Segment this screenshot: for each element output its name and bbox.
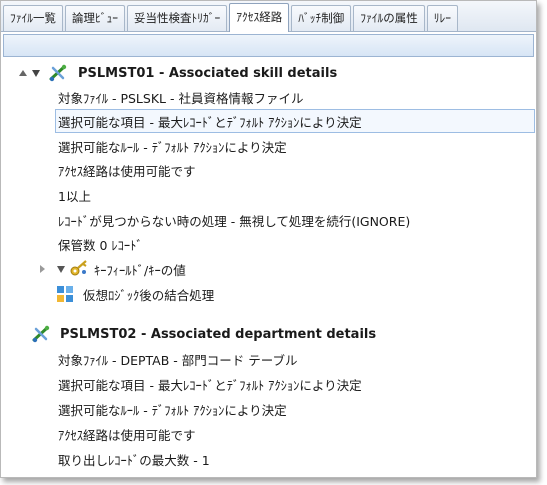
- tab-file-attributes[interactable]: ﾌｧｲﾙの属性: [353, 5, 425, 31]
- access-path-icon: [31, 325, 51, 346]
- tree-item-label: 仮想ﾛｼﾞｯｸ後の結合処理: [83, 287, 215, 303]
- tab-bar: ﾌｧｲﾙ一覧 論理ﾋﾞｭｰ 妥当性検査ﾄﾘｶﾞｰ ｱｸｾｽ経路 ﾊﾞｯﾁ制御 ﾌ…: [1, 1, 536, 32]
- tab-batch-control[interactable]: ﾊﾞｯﾁ制御: [291, 5, 352, 31]
- access-path-title: PSLMST02 - Associated department details: [60, 326, 377, 342]
- tree-item-label: 選択可能な項目 - 最大ﾚｺｰﾄﾞとﾃﾞﾌｫﾙﾄ ｱｸｼｮﾝにより決定: [58, 114, 362, 130]
- tab-logical-views[interactable]: 論理ﾋﾞｭｰ: [65, 5, 125, 31]
- tab-file-list[interactable]: ﾌｧｲﾙ一覧: [3, 5, 63, 31]
- tree-item-label: 選択可能な項目 - 最大ﾚｺｰﾄﾞとﾃﾞﾌｫﾙﾄ ｱｸｼｮﾝにより決定: [58, 377, 362, 393]
- windows-logo-icon: [56, 285, 74, 306]
- access-path-title: PSLMST01 - Associated skill details: [78, 65, 338, 81]
- tab-relations[interactable]: ﾘﾚｰ: [426, 5, 458, 31]
- access-path-window: ﾌｧｲﾙ一覧 論理ﾋﾞｭｰ 妥当性検査ﾄﾘｶﾞｰ ｱｸｾｽ経路 ﾊﾞｯﾁ制御 ﾌ…: [0, 0, 537, 478]
- key-icon: [69, 260, 89, 281]
- tree-item-label: 対象ﾌｧｲﾙ - PSLSKL - 社員資格情報ファイル: [58, 90, 304, 106]
- tree-item-label: 対象ﾌｧｲﾙ - DEPTAB - 部門コード テーブル: [58, 352, 298, 368]
- tree-node-pslmst02[interactable]: PSLMST02 - Associated department details: [1, 322, 536, 346]
- tree-item-target-file[interactable]: 対象ﾌｧｲﾙ - DEPTAB - 部門コード テーブル: [1, 347, 536, 371]
- tree-item-label: 取り出しﾚｺｰﾄﾞの最大数 - 1: [58, 452, 210, 468]
- tree-item-label: 選択可能なﾙｰﾙ - ﾃﾞﾌｫﾙﾄ ｱｸｼｮﾝにより決定: [58, 139, 287, 155]
- expand-triangle-icon[interactable]: [57, 266, 65, 273]
- tree-item-label: 選択可能なﾙｰﾙ - ﾃﾞﾌｫﾙﾄ ｱｸｼｮﾝにより決定: [58, 402, 287, 418]
- tree-item-target-file[interactable]: 対象ﾌｧｲﾙ - PSLSKL - 社員資格情報ファイル: [1, 85, 536, 109]
- tab-validation-triggers[interactable]: 妥当性検査ﾄﾘｶﾞｰ: [127, 5, 228, 31]
- tree-item-label: ﾚｺｰﾄﾞが見つからない時の処理 - 無視して処理を続行(IGNORE): [58, 213, 411, 229]
- expand-triangle-icon[interactable]: [32, 70, 40, 77]
- tree-node-key-fields[interactable]: ｷｰﾌｨｰﾙﾄﾞ/ｷｰの値: [1, 257, 536, 281]
- tree-item-not-found-action[interactable]: ﾚｺｰﾄﾞが見つからない時の処理 - 無視して処理を続行(IGNORE): [1, 208, 536, 232]
- access-path-icon: [48, 64, 68, 85]
- tree-item-label: 1以上: [58, 188, 91, 204]
- tree-item-label: ｱｸｾｽ経路は使用可能です: [58, 427, 196, 443]
- tab-access-paths[interactable]: ｱｸｾｽ経路: [229, 3, 290, 32]
- toolbar: [3, 34, 534, 57]
- tree-item-path-enabled[interactable]: ｱｸｾｽ経路は使用可能です: [1, 422, 536, 446]
- tree-item-selectable-rules[interactable]: 選択可能なﾙｰﾙ - ﾃﾞﾌｫﾙﾄ ｱｸｼｮﾝにより決定: [1, 134, 536, 158]
- tree-item-label: 保管数 0 ﾚｺｰﾄﾞ: [58, 237, 143, 253]
- tree-item-virtual-logic[interactable]: 仮想ﾛｼﾞｯｸ後の結合処理: [1, 282, 536, 306]
- tree-item-label: ｷｰﾌｨｰﾙﾄﾞ/ｷｰの値: [94, 262, 186, 278]
- tree-node-pslmst01[interactable]: PSLMST01 - Associated skill details: [1, 61, 536, 85]
- tree-item-max-records[interactable]: 取り出しﾚｺｰﾄﾞの最大数 - 1: [1, 447, 536, 471]
- tree-item-label: ｱｸｾｽ経路は使用可能です: [58, 163, 196, 179]
- tree-item-keep-count[interactable]: 保管数 0 ﾚｺｰﾄﾞ: [1, 232, 536, 256]
- tree-item-cardinality[interactable]: 1以上: [1, 183, 536, 207]
- tree-item-path-enabled[interactable]: ｱｸｾｽ経路は使用可能です: [1, 158, 536, 182]
- expand-arrow-icon[interactable]: [40, 265, 45, 273]
- tree-item-selectable-fields[interactable]: 選択可能な項目 - 最大ﾚｺｰﾄﾞとﾃﾞﾌｫﾙﾄ ｱｸｼｮﾝにより決定: [55, 109, 535, 133]
- tree-item-selectable-fields[interactable]: 選択可能な項目 - 最大ﾚｺｰﾄﾞとﾃﾞﾌｫﾙﾄ ｱｸｼｮﾝにより決定: [1, 372, 536, 396]
- tree-item-selectable-rules[interactable]: 選択可能なﾙｰﾙ - ﾃﾞﾌｫﾙﾄ ｱｸｼｮﾝにより決定: [1, 397, 536, 421]
- collapse-arrow-icon[interactable]: [19, 70, 27, 76]
